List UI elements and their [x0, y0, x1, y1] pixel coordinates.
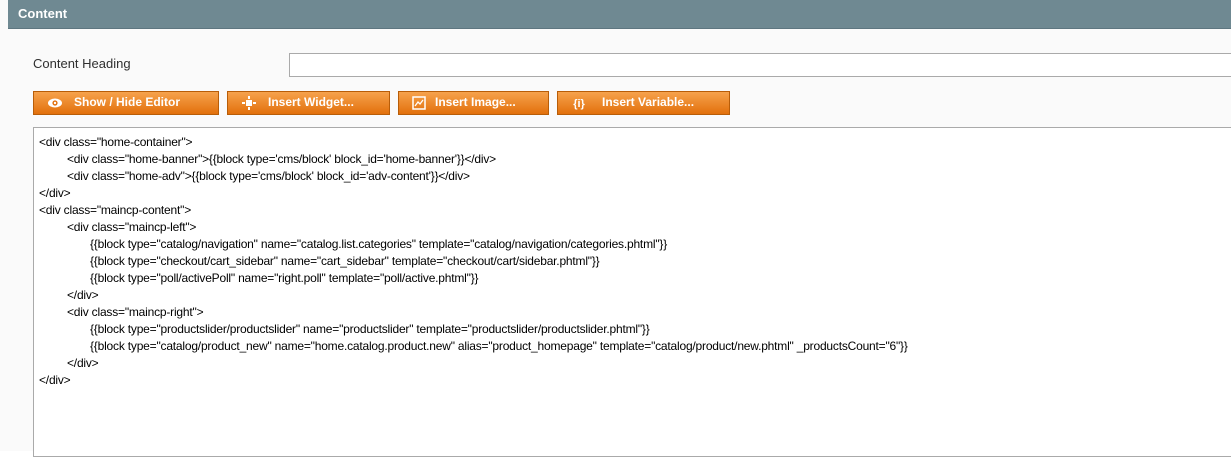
code-line: {{block type="poll/activePoll" name="rig… [90, 271, 479, 285]
code-line: {{block type="checkout/cart_sidebar" nam… [90, 254, 600, 268]
content-heading-input[interactable] [289, 53, 1231, 77]
code-line: <div class="home-adv">{{block type='cms/… [67, 169, 470, 183]
code-line: </div> [39, 373, 71, 387]
variable-icon: {i} [573, 98, 585, 110]
code-line: <div class="maincp-right"> [67, 305, 204, 319]
insert-variable-button[interactable]: {i} Insert Variable... [557, 91, 730, 115]
insert-image-button[interactable]: Insert Image... [398, 91, 549, 115]
svg-text:{i}: {i} [573, 98, 585, 110]
content-heading-label: Content Heading [33, 56, 131, 71]
insert-widget-button[interactable]: Insert Widget... [227, 91, 390, 115]
section-title: Content [18, 6, 68, 21]
code-line: {{block type="catalog/product_new" name=… [90, 339, 908, 353]
insert-widget-label: Insert Widget... [268, 95, 354, 109]
section-header: Content [8, 0, 1231, 29]
content-fieldset: Content Content Heading Show / Hide Edit… [0, 0, 1231, 457]
eye-icon [48, 98, 62, 108]
code-line: <div class="home-container"> [39, 135, 193, 149]
insert-variable-label: Insert Variable... [602, 95, 695, 109]
code-line: </div> [67, 356, 99, 370]
code-line: <div class="maincp-content"> [39, 203, 191, 217]
code-line: <div class="maincp-left"> [67, 220, 197, 234]
image-icon [412, 96, 426, 110]
show-hide-editor-label: Show / Hide Editor [74, 95, 181, 109]
code-line: </div> [39, 186, 71, 200]
insert-image-label: Insert Image... [435, 95, 516, 109]
content-editor-textarea[interactable]: <div class="home-container"> <div class=… [33, 127, 1231, 457]
show-hide-editor-button[interactable]: Show / Hide Editor [33, 91, 219, 115]
widget-icon [242, 96, 256, 110]
code-line: </div> [67, 288, 99, 302]
code-line: {{block type="productslider/productslide… [90, 322, 650, 336]
code-line: {{block type="catalog/navigation" name="… [90, 237, 668, 251]
code-line: <div class="home-banner">{{block type='c… [67, 152, 496, 166]
